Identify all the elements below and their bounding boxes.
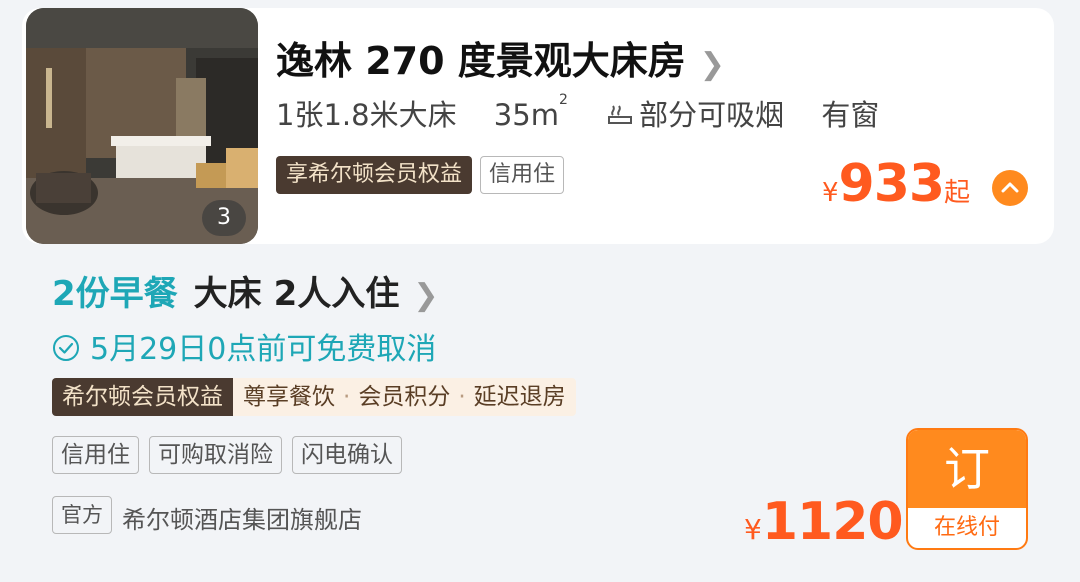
chevron-up-icon[interactable] xyxy=(992,170,1028,206)
chevron-right-icon: ❯ xyxy=(413,278,439,313)
smoking-icon xyxy=(608,105,633,124)
room-price: ¥933起 xyxy=(822,154,970,214)
price-amount: 933 xyxy=(838,154,946,214)
chevron-right-icon: ❯ xyxy=(699,47,725,82)
instant-confirm-tag: 闪电确认 xyxy=(292,436,402,474)
credit-stay-tag: 信用住 xyxy=(480,156,565,194)
separator-dot: · xyxy=(458,384,466,410)
cancel-policy[interactable]: 5月29日0点前可免费取消 xyxy=(52,324,436,368)
room-specs: 1张1.8米大床 35m2 部分可吸烟 有窗 xyxy=(276,92,907,134)
smoking-spec: 部分可吸烟 xyxy=(605,98,784,132)
currency-symbol: ¥ xyxy=(822,178,839,208)
breakfast-label: 2份早餐 xyxy=(52,274,178,314)
benefit-item: 尊享餐饮 xyxy=(243,384,335,410)
window-spec: 有窗 xyxy=(821,98,880,132)
cancel-policy-text: 5月29日0点前可免费取消 xyxy=(90,332,437,367)
store-name: 希尔顿酒店集团旗舰店 xyxy=(122,506,362,534)
currency-symbol: ¥ xyxy=(744,513,762,546)
official-tag: 官方 xyxy=(52,496,112,534)
rate-plan-title[interactable]: 2份早餐 大床 2人入住 ❯ xyxy=(52,266,438,315)
room-photo[interactable]: 3 xyxy=(26,8,258,244)
bed-spec: 1张1.8米大床 xyxy=(276,98,457,132)
price-suffix: 起 xyxy=(944,178,971,208)
guest-count-label: 2人入住 xyxy=(273,274,400,314)
benefit-item: 延迟退房 xyxy=(473,384,566,410)
bed-type-label: 大床 xyxy=(193,274,262,314)
price-amount: 1120 xyxy=(761,492,904,552)
plan-price: ¥1120 xyxy=(744,492,904,552)
seller-info[interactable]: 官方 希尔顿酒店集团旗舰店 xyxy=(52,496,362,535)
area-spec: 35m2 xyxy=(493,92,568,132)
room-tags: 享希尔顿会员权益 信用住 xyxy=(276,156,565,194)
book-label: 订 xyxy=(908,430,1026,508)
room-title[interactable]: 逸林 270 度景观大床房 ❯ xyxy=(276,30,725,85)
benefit-item: 会员积分 xyxy=(358,384,451,410)
check-circle-icon xyxy=(53,335,79,361)
plan-tags: 信用住 可购取消险 闪电确认 xyxy=(52,436,402,474)
credit-stay-tag: 信用住 xyxy=(52,436,139,474)
cancel-insurance-tag: 可购取消险 xyxy=(149,436,282,474)
separator-dot: · xyxy=(343,384,351,410)
pay-online-label: 在线付 xyxy=(933,515,1000,540)
room-title-text: 逸林 270 度景观大床房 xyxy=(276,39,686,83)
photo-count-badge: 3 xyxy=(202,200,246,236)
member-benefit-tag: 享希尔顿会员权益 xyxy=(276,156,473,194)
book-button[interactable]: 订 在线付 xyxy=(906,428,1028,550)
benefit-head: 希尔顿会员权益 xyxy=(52,378,233,416)
benefit-list: 尊享餐饮 · 会员积分 · 延迟退房 xyxy=(233,378,576,416)
member-benefits[interactable]: 希尔顿会员权益 尊享餐饮 · 会员积分 · 延迟退房 xyxy=(52,378,576,416)
